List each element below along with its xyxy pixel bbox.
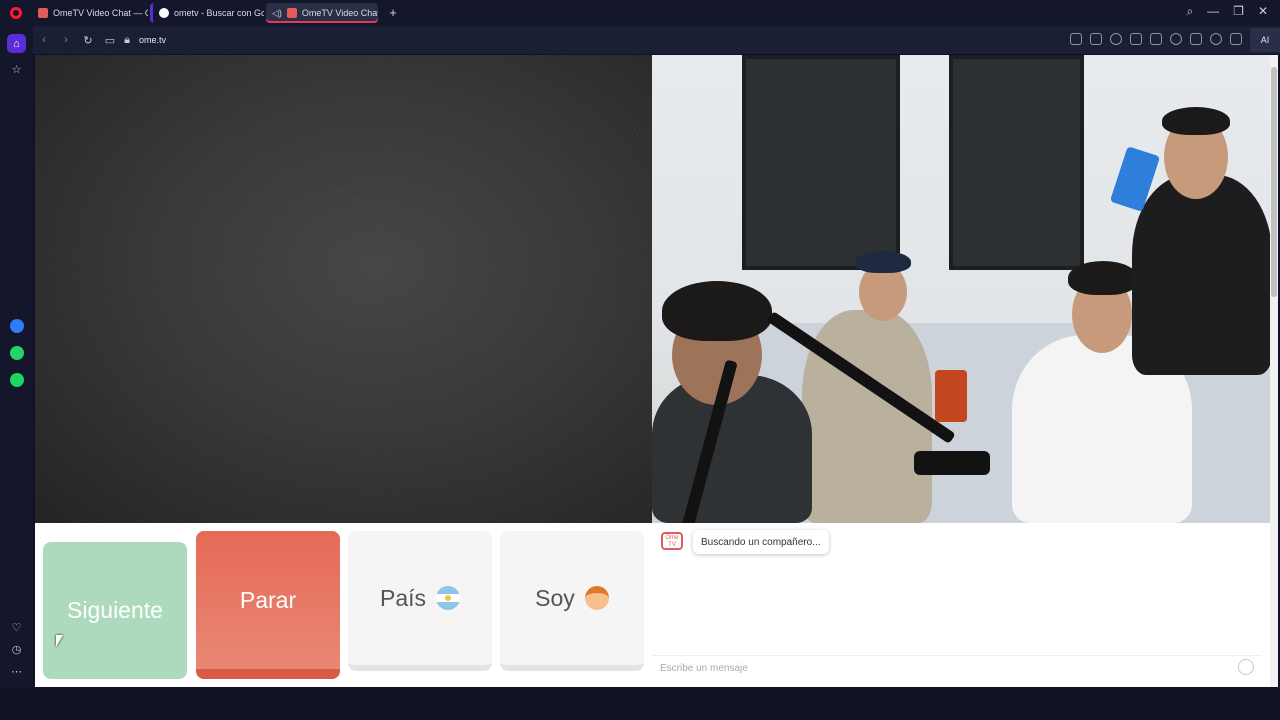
edit-icon[interactable] bbox=[1070, 33, 1082, 45]
play-icon[interactable] bbox=[1150, 33, 1162, 45]
camera-permission-icon[interactable]: ▭ bbox=[99, 34, 121, 47]
menu-icon[interactable] bbox=[1190, 33, 1202, 45]
message-input[interactable]: Escribe un mensaje bbox=[652, 655, 1262, 681]
restore-icon[interactable]: ❐ bbox=[1233, 4, 1244, 19]
ai-label: AI bbox=[1260, 35, 1270, 45]
cap bbox=[855, 251, 911, 273]
heart-icon[interactable]: ♡ bbox=[7, 618, 26, 637]
heart-outline-icon[interactable] bbox=[1170, 33, 1182, 45]
status-message: Buscando un compañero... bbox=[701, 536, 821, 548]
own-webcam-video bbox=[652, 55, 1270, 523]
profile-icon[interactable] bbox=[1210, 33, 1222, 45]
new-tab-button[interactable]: + bbox=[386, 6, 400, 20]
messenger-icon[interactable] bbox=[7, 316, 26, 335]
status-bubble: Buscando un compañero... bbox=[693, 530, 829, 554]
gender-label: Soy bbox=[535, 584, 575, 611]
boy-emoji-icon bbox=[584, 586, 609, 610]
tab-ometv-1[interactable]: OmeTV Video Chat — Om bbox=[32, 3, 148, 23]
stranger-video-static bbox=[35, 55, 652, 523]
minimize-icon[interactable]: — bbox=[1207, 4, 1219, 19]
argentina-flag-icon bbox=[436, 586, 461, 610]
microphone bbox=[935, 370, 967, 422]
tab-title: ometv - Buscar con Goog bbox=[174, 8, 264, 18]
mic-base bbox=[914, 451, 990, 475]
address-bar: ‹ › ↻ ▭ 🔒︎ ome.tv AI bbox=[33, 26, 1280, 54]
sidebar: ⌂ ☆ ♡ ◷ ⋯ bbox=[0, 26, 33, 688]
opera-logo-icon bbox=[10, 7, 22, 19]
spotify-icon[interactable] bbox=[7, 370, 26, 389]
whatsapp-icon[interactable] bbox=[7, 343, 26, 362]
gender-button[interactable]: Soy bbox=[500, 531, 644, 671]
scrollbar-thumb[interactable] bbox=[1271, 67, 1277, 297]
opera-menu-button[interactable] bbox=[0, 0, 32, 26]
window-controls: ⌕ — ❐ ✕ bbox=[1186, 4, 1268, 19]
snapshot-icon[interactable] bbox=[1090, 33, 1102, 45]
speaker-icon[interactable]: ◁) bbox=[272, 8, 282, 19]
history-icon[interactable]: ◷ bbox=[7, 640, 26, 659]
chat-logo-text: Ome TV bbox=[665, 535, 679, 548]
person-back-right bbox=[1132, 175, 1270, 375]
more-icon[interactable]: ⋯ bbox=[7, 662, 26, 681]
ometv-favicon-icon bbox=[38, 8, 48, 18]
url-field[interactable]: ome.tv bbox=[139, 35, 166, 45]
forward-icon[interactable]: › bbox=[55, 34, 77, 46]
close-icon[interactable]: ✕ bbox=[1258, 4, 1268, 19]
tab-title: OmeTV Video Chat — Om bbox=[53, 8, 148, 18]
ometv-logo-icon: Ome TV bbox=[661, 532, 683, 550]
star-icon[interactable]: ☆ bbox=[7, 60, 26, 79]
ometv-page: Siguiente Parar País Soy Ome TV Buscando… bbox=[35, 55, 1270, 687]
next-button[interactable]: Siguiente bbox=[43, 542, 187, 679]
message-placeholder: Escribe un mensaje bbox=[660, 663, 748, 674]
search-tabs-icon[interactable]: ⌕ bbox=[1186, 4, 1193, 19]
stop-label: Parar bbox=[239, 586, 297, 613]
country-button[interactable]: País bbox=[348, 531, 492, 671]
ometv-favicon-icon bbox=[286, 8, 297, 18]
hair-right bbox=[1068, 261, 1138, 295]
tab-title: OmeTV Video Chat — bbox=[301, 8, 378, 18]
back-icon[interactable]: ‹ bbox=[33, 34, 55, 46]
address-tools bbox=[1070, 33, 1242, 45]
hair-back-right bbox=[1162, 107, 1230, 135]
country-label: País bbox=[379, 584, 427, 611]
hair-left bbox=[662, 281, 772, 341]
window-right bbox=[949, 55, 1084, 270]
lock-icon[interactable]: 🔒︎ bbox=[121, 34, 133, 47]
reload-icon[interactable]: ↻ bbox=[77, 34, 99, 47]
translate-icon[interactable] bbox=[1130, 33, 1142, 45]
tab-ometv-active[interactable]: ◁) OmeTV Video Chat — bbox=[266, 3, 378, 23]
emoji-icon[interactable] bbox=[1238, 659, 1254, 675]
home-icon[interactable]: ⌂ bbox=[7, 34, 26, 53]
chat-panel: Ome TV Buscando un compañero... Escribe … bbox=[652, 523, 1262, 687]
ai-button[interactable]: AI bbox=[1250, 28, 1280, 52]
google-favicon-icon bbox=[159, 8, 169, 18]
tab-google-search[interactable]: ometv - Buscar con Goog bbox=[150, 3, 264, 23]
stop-button[interactable]: Parar bbox=[196, 531, 340, 679]
extensions-icon[interactable] bbox=[1230, 33, 1242, 45]
tab-bar: OmeTV Video Chat — Om ometv - Buscar con… bbox=[0, 0, 1280, 26]
page-scrollbar[interactable] bbox=[1270, 55, 1278, 687]
vpn-icon[interactable] bbox=[1110, 33, 1122, 45]
window-left bbox=[742, 55, 900, 270]
next-label: Siguiente bbox=[67, 597, 163, 623]
mouse-cursor-icon bbox=[56, 635, 63, 647]
